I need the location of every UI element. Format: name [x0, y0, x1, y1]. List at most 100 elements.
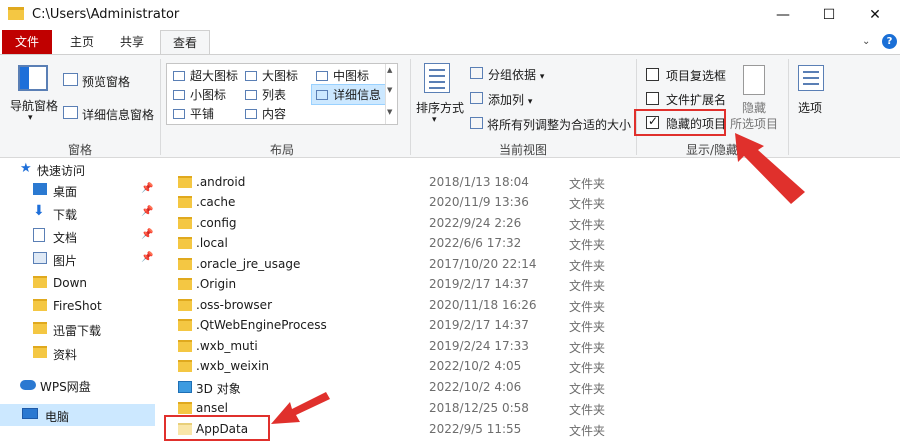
chevron-down-icon[interactable]: ▾ — [432, 115, 437, 125]
folder-icon — [178, 360, 192, 372]
chevron-down-icon[interactable]: ▼ — [387, 86, 392, 94]
navigation-pane: ★ 快速访问 桌面 📌 ⬇ 下载 📌 文档 📌 图片 📌 Down FireSh… — [0, 158, 160, 443]
options-button[interactable]: 选项 — [798, 99, 822, 116]
help-icon[interactable]: ? — [882, 34, 897, 49]
chevron-up-icon[interactable]: ▲ — [387, 66, 392, 74]
sort-icon — [424, 63, 450, 93]
desktop-icon — [33, 183, 47, 195]
folder-icon — [178, 278, 192, 290]
hide-selected-icon — [743, 65, 765, 95]
layout-details[interactable]: 详细信息 — [311, 84, 387, 105]
file-row[interactable]: .config 2022/9/24 2:26 文件夹 — [168, 213, 888, 233]
maximize-button[interactable]: ☐ — [806, 0, 852, 30]
nav-item-quick-access[interactable]: ★ 快速访问 — [0, 158, 155, 180]
file-row[interactable]: .oss-browser 2020/11/18 16:26 文件夹 — [168, 295, 888, 315]
file-row[interactable]: ansel 2018/12/25 0:58 文件夹 — [168, 398, 888, 418]
chevron-down-icon[interactable]: ▾ — [28, 113, 33, 123]
layout-extra-large-icons[interactable]: 超大图标 — [173, 67, 238, 84]
title-bar: C:\Users\Administrator — ☐ ✕ — [0, 0, 900, 30]
item-checkboxes-checkbox[interactable] — [646, 68, 659, 81]
star-icon: ★ — [20, 161, 32, 176]
details-icon — [316, 90, 328, 100]
picture-icon — [33, 252, 47, 264]
group-label-layout: 布局 — [269, 143, 294, 157]
layout-tiles[interactable]: 平铺 — [173, 105, 214, 122]
pin-icon[interactable]: 📌 — [141, 206, 153, 217]
expand-icon[interactable]: ▼ — [387, 108, 392, 116]
chevron-down-icon[interactable]: ⌄ — [862, 36, 870, 47]
layout-scrollbar[interactable]: ▲ ▼ ▼ — [385, 64, 397, 124]
nav-item-pictures[interactable]: 图片 📌 — [0, 248, 155, 270]
nav-item-wps-cloud[interactable]: WPS网盘 — [0, 374, 155, 396]
hide-selected-label-line2[interactable]: 所选项目 — [730, 115, 778, 132]
nav-item-desktop[interactable]: 桌面 📌 — [0, 179, 155, 201]
file-row[interactable]: .android 2018/1/13 18:04 文件夹 — [168, 172, 888, 192]
add-columns-icon — [470, 92, 483, 104]
tab-file[interactable]: 文件 — [2, 30, 52, 54]
minimize-button[interactable]: — — [760, 0, 806, 30]
tab-share[interactable]: 共享 — [108, 30, 156, 54]
pin-icon[interactable]: 📌 — [141, 229, 153, 240]
ribbon-tabs: 文件 主页 共享 查看 ⌄ ? — [0, 30, 900, 54]
group-label-pane: 窗格 — [67, 143, 92, 157]
folder-icon — [178, 237, 192, 249]
preview-pane-button[interactable]: 预览窗格 — [82, 73, 130, 90]
nav-item-fireshot[interactable]: FireShot — [0, 295, 155, 317]
nav-pane-button[interactable]: 导航窗格 — [10, 97, 58, 114]
folder-icon — [178, 217, 192, 229]
sort-by-button[interactable]: 排序方式 — [416, 99, 464, 116]
hide-selected-label-line1[interactable]: 隐藏 — [742, 99, 766, 116]
annotation-highlight-box — [634, 109, 726, 136]
file-row[interactable]: .QtWebEngineProcess 2019/2/17 14:37 文件夹 — [168, 315, 888, 335]
tab-home[interactable]: 主页 — [58, 30, 106, 54]
cube-icon — [178, 381, 192, 393]
pin-icon[interactable]: 📌 — [141, 183, 153, 194]
details-pane-icon — [63, 106, 78, 119]
folder-icon — [8, 7, 24, 20]
ribbon-separator — [410, 59, 411, 155]
file-row[interactable]: 3D 对象 2022/10/2 4:06 文件夹 — [168, 377, 888, 397]
file-extensions-checkbox[interactable] — [646, 92, 659, 105]
file-row[interactable]: .wxb_weixin 2022/10/2 4:05 文件夹 — [168, 356, 888, 376]
preview-pane-icon — [63, 73, 78, 86]
layout-gallery: 超大图标 大图标 中图标 小图标 列表 详细信息 平铺 内容 ▲ ▼ ▼ — [166, 63, 398, 125]
group-by-icon — [470, 67, 483, 79]
layout-medium-icons[interactable]: 中图标 — [316, 67, 369, 84]
tab-view[interactable]: 查看 — [160, 30, 210, 54]
fit-columns-button[interactable]: 将所有列调整为合适的大小 — [487, 116, 631, 133]
nav-item-xunlei[interactable]: 迅雷下载 — [0, 318, 155, 340]
group-label-show-hide: 显示/隐藏 — [685, 143, 739, 157]
list-icon — [245, 90, 257, 100]
file-row[interactable]: .oracle_jre_usage 2017/10/20 22:14 文件夹 — [168, 254, 888, 274]
file-row[interactable]: .Origin 2019/2/17 14:37 文件夹 — [168, 274, 888, 294]
nav-item-down[interactable]: Down — [0, 272, 155, 294]
folder-icon — [33, 346, 47, 358]
nav-item-downloads[interactable]: ⬇ 下载 📌 — [0, 202, 155, 224]
small-icons-icon — [173, 90, 185, 100]
chevron-down-icon: ▾ — [527, 97, 533, 107]
nav-item-documents[interactable]: 文档 📌 — [0, 225, 155, 247]
document-icon — [33, 228, 45, 242]
file-row[interactable]: .local 2022/6/6 17:32 文件夹 — [168, 233, 888, 253]
ribbon-separator — [636, 59, 637, 155]
folder-icon — [178, 319, 192, 331]
options-icon — [798, 65, 824, 91]
nav-item-computer[interactable]: 电脑 — [0, 404, 155, 426]
nav-item-ziliao[interactable]: 资料 — [0, 342, 155, 364]
large-icons-icon — [245, 71, 257, 81]
close-button[interactable]: ✕ — [852, 0, 898, 30]
group-by-button[interactable]: 分组依据 ▾ — [488, 66, 544, 83]
pin-icon[interactable]: 📌 — [141, 252, 153, 263]
file-row[interactable]: .wxb_muti 2019/2/24 17:33 文件夹 — [168, 336, 888, 356]
layout-content[interactable]: 内容 — [245, 105, 286, 122]
details-pane-button[interactable]: 详细信息窗格 — [82, 106, 154, 123]
window-title: C:\Users\Administrator — [32, 7, 180, 22]
folder-icon — [33, 276, 47, 288]
layout-list[interactable]: 列表 — [245, 86, 286, 103]
file-row[interactable]: .cache 2020/11/9 13:36 文件夹 — [168, 192, 888, 212]
file-row[interactable]: AppData 2022/9/5 11:55 文件夹 — [168, 419, 888, 439]
layout-large-icons[interactable]: 大图标 — [245, 67, 298, 84]
add-columns-button[interactable]: 添加列 ▾ — [488, 91, 532, 108]
folder-icon — [178, 196, 192, 208]
layout-small-icons[interactable]: 小图标 — [173, 86, 226, 103]
